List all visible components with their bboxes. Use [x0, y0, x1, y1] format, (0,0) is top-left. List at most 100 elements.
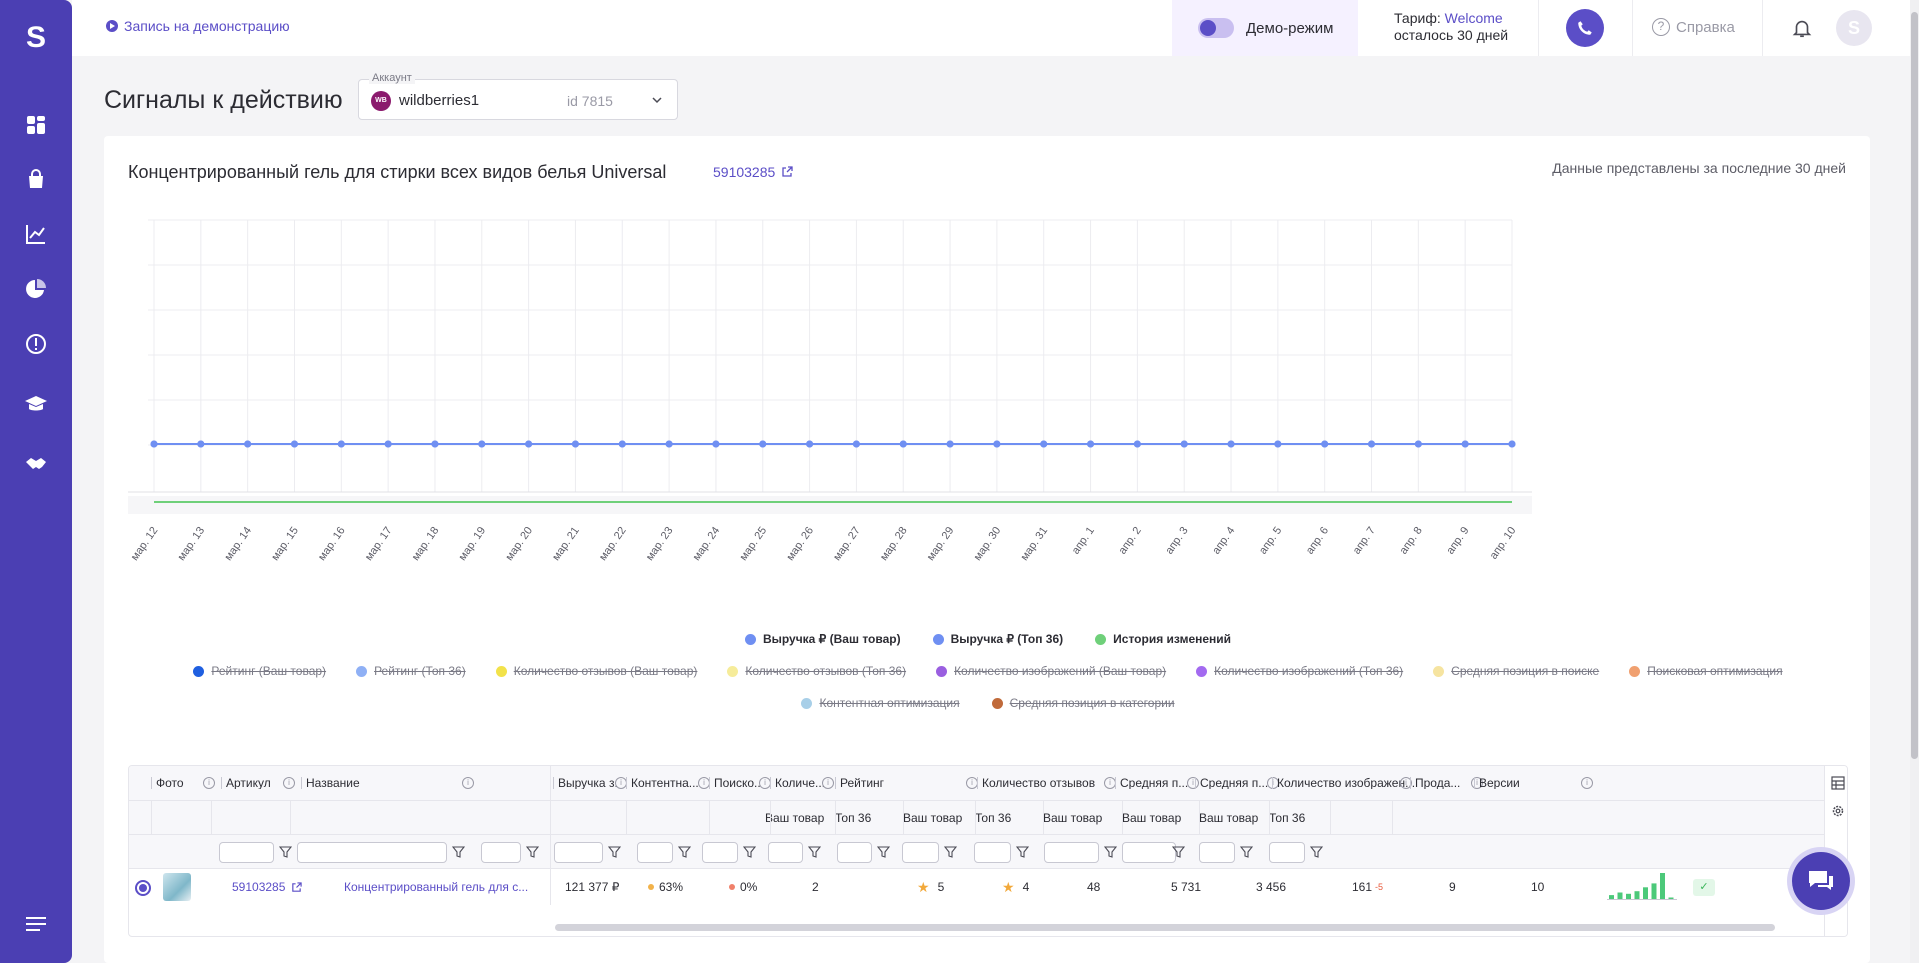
tariff-name[interactable]: Welcome [1445, 10, 1503, 26]
filter-funnel-icon[interactable] [1016, 845, 1029, 859]
column-header[interactable]: Название [301, 777, 461, 789]
external-link-icon [292, 881, 303, 892]
filter-funnel-icon[interactable] [1240, 845, 1253, 859]
info-icon[interactable]: i [283, 777, 295, 789]
data-point [571, 440, 579, 448]
filter-input[interactable] [1199, 842, 1235, 863]
graduation-cap-icon[interactable] [24, 392, 48, 416]
demo-recording-link[interactable]: Запись на демонстрацию [106, 18, 290, 34]
column-header[interactable]: Прода... [1410, 777, 1466, 789]
legend-item[interactable]: Поисковая оптимизация [1629, 664, 1783, 678]
x-tick-label: апр. 1 [1070, 525, 1097, 557]
column-header[interactable]: Выручка з... [553, 777, 617, 789]
column-header[interactable]: Артикул [221, 777, 285, 789]
filter-funnel-icon[interactable] [1310, 845, 1323, 859]
legend-item[interactable]: Рейтинг (Ваш товар) [193, 664, 326, 678]
legend-item[interactable]: Средняя позиция в поиске [1433, 664, 1599, 678]
filter-funnel-icon[interactable] [808, 845, 821, 859]
demo-mode-toggle[interactable]: Демо-режим [1172, 0, 1358, 56]
app-logo[interactable]: S [22, 22, 50, 54]
product-thumbnail[interactable] [163, 873, 191, 901]
legend-item[interactable]: Рейтинг (Топ 36) [356, 664, 466, 678]
legend-item[interactable]: Контентная оптимизация [801, 696, 960, 710]
legend-item[interactable]: Количество изображений (Топ 36) [1196, 664, 1403, 678]
sparkline-bar [1617, 892, 1623, 899]
table-columns-icon[interactable] [1831, 776, 1845, 790]
filter-input[interactable] [637, 842, 673, 863]
filter-funnel-icon[interactable] [743, 845, 756, 859]
info-icon[interactable]: i [203, 777, 215, 789]
filter-input[interactable] [1269, 842, 1305, 863]
row-version[interactable]: ✓ [1693, 869, 1715, 905]
column-header[interactable]: Средняя п... [1195, 777, 1269, 789]
filter-input[interactable] [702, 842, 738, 863]
product-sku-link[interactable]: 59103285 [713, 164, 793, 180]
filter-funnel-icon[interactable] [608, 845, 621, 859]
filter-funnel-icon[interactable] [944, 845, 957, 859]
filter-input[interactable] [837, 842, 872, 863]
filter-funnel-icon[interactable] [1104, 845, 1117, 859]
column-subheader: Ваш товар [1199, 810, 1259, 825]
data-point [993, 440, 1001, 448]
column-header[interactable]: Поиско... [709, 777, 761, 789]
shopping-bag-icon[interactable] [24, 167, 48, 191]
column-subheader: Топ 36 [1269, 810, 1306, 825]
row-name-link[interactable]: Концентрированный гель для с... [344, 869, 544, 905]
help-link[interactable]: ? Справка [1652, 18, 1735, 36]
column-header[interactable]: Рейтинг [835, 777, 965, 789]
column-header[interactable]: Версии [1474, 777, 1530, 789]
avatar[interactable]: S [1836, 10, 1872, 46]
line-chart-icon[interactable] [24, 222, 48, 246]
filter-input[interactable] [481, 842, 521, 863]
notifications-bell-icon[interactable] [1791, 16, 1813, 40]
chat-button[interactable] [1792, 852, 1850, 910]
filter-funnel-icon[interactable] [678, 845, 691, 859]
legend-dot-icon [801, 697, 813, 709]
info-icon[interactable]: i [462, 777, 474, 789]
call-button[interactable] [1566, 9, 1604, 47]
legend-item[interactable]: Количество отзывов (Ваш товар) [495, 664, 697, 678]
chat-icon [1809, 871, 1833, 890]
filter-input[interactable] [219, 842, 274, 863]
info-icon[interactable]: i [822, 777, 834, 789]
column-header[interactable]: Контентна... [626, 777, 700, 789]
filter-funnel-icon[interactable] [526, 845, 539, 859]
legend-item[interactable]: Средняя позиция в категории [991, 696, 1175, 710]
row-sku-link[interactable]: 59103285 [232, 869, 303, 905]
alert-icon[interactable] [24, 332, 48, 356]
filter-input[interactable] [1122, 842, 1176, 863]
handshake-icon[interactable] [24, 452, 48, 476]
legend-item[interactable]: История изменений [1095, 632, 1231, 646]
dashboard-icon[interactable] [24, 113, 48, 137]
legend-item[interactable]: Количество отзывов (Топ 36) [727, 664, 906, 678]
page-scrollbar[interactable] [1910, 0, 1919, 963]
row-radio[interactable] [135, 880, 151, 896]
column-header[interactable]: Количество отзывов [977, 777, 1107, 789]
filter-input[interactable] [974, 842, 1011, 863]
menu-icon[interactable] [24, 912, 48, 936]
legend-item[interactable]: Выручка ₽ (Топ 36) [932, 632, 1063, 646]
pie-chart-icon[interactable] [24, 277, 48, 301]
legend-item[interactable]: Количество изображений (Ваш товар) [936, 664, 1166, 678]
x-tick-label: апр. 9 [1444, 525, 1471, 557]
horizontal-scrollbar[interactable] [553, 920, 1818, 934]
filter-funnel-icon[interactable] [877, 845, 890, 859]
filter-funnel-icon[interactable] [1172, 845, 1185, 859]
column-header[interactable]: Количе... [770, 777, 824, 789]
toggle-switch[interactable] [1198, 18, 1234, 38]
column-header[interactable]: Количество изображен... [1272, 777, 1418, 789]
account-select[interactable]: Аккаунт WB wildberries1 id 7815 [358, 72, 678, 120]
filter-input[interactable] [554, 842, 603, 863]
table-row[interactable]: 59103285 Концентрированный гель для с...… [129, 869, 1824, 905]
column-header[interactable]: Средняя п... [1115, 777, 1189, 789]
filter-input[interactable] [902, 842, 939, 863]
filter-input[interactable] [1044, 842, 1099, 863]
filter-input[interactable] [768, 842, 803, 863]
filter-funnel-icon[interactable] [452, 845, 465, 859]
info-icon[interactable]: i [1581, 777, 1593, 789]
gear-icon[interactable] [1831, 804, 1845, 818]
legend-item[interactable]: Выручка ₽ (Ваш товар) [744, 632, 901, 646]
filter-funnel-icon[interactable] [279, 845, 292, 859]
filter-input[interactable] [297, 842, 447, 863]
column-header[interactable]: Фото [151, 777, 203, 789]
